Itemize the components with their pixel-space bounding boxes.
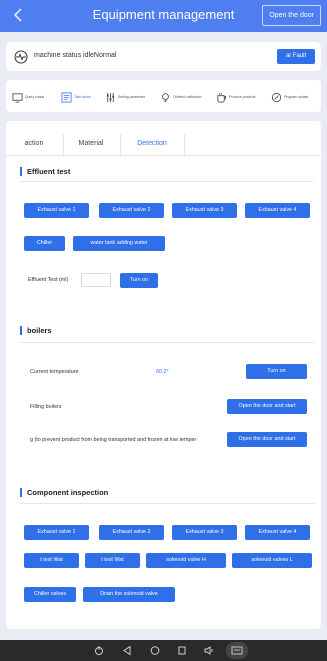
section-title-text: Component inspection xyxy=(27,487,109,497)
toolbar-label: Produce products xyxy=(229,95,256,99)
effluent-test-input[interactable] xyxy=(81,273,111,287)
exhaust-valve-2-button[interactable]: Exhaust valve 2 xyxy=(99,203,164,218)
chiller-button[interactable]: Chiller xyxy=(24,236,65,251)
section-divider xyxy=(20,342,315,343)
drain-solenoid-valve-button[interactable]: Drain the solenoid valve xyxy=(83,587,175,602)
section-title-text: Effluent test xyxy=(27,166,71,176)
toolbar-label: Take action xyxy=(74,95,92,99)
refresh-icon xyxy=(271,92,282,102)
recent-apps-icon[interactable] xyxy=(176,645,188,656)
tab-bar: action Material Detection xyxy=(6,134,321,156)
freeze-protection-button[interactable]: Open the door and start xyxy=(227,432,307,447)
section-divider xyxy=(20,181,315,182)
monitor-icon xyxy=(12,92,23,102)
power-icon[interactable] xyxy=(93,645,105,656)
section-title-boilers: boilers xyxy=(20,325,52,335)
toolbar-label: Program update xyxy=(284,95,309,99)
boiler-turn-on-button[interactable]: Turn on xyxy=(246,364,307,379)
exhaust-valve-3-button[interactable]: Exhaust valve 3 xyxy=(172,203,237,218)
toolbar-produce-products[interactable]: Produce products xyxy=(216,89,256,105)
solenoid-valve-h-button[interactable]: solenoid valve H xyxy=(146,553,226,568)
fault-button[interactable]: ar Fault xyxy=(277,49,315,64)
effluent-turn-on-button[interactable]: Turn on xyxy=(120,273,158,288)
toolbar-setting-parameter[interactable]: Setting parameter xyxy=(105,89,145,105)
chiller-valves-button[interactable]: Chiller valves xyxy=(24,587,76,602)
system-navigation-bar xyxy=(0,640,327,661)
toolbar-take-action[interactable]: Take action xyxy=(61,89,91,105)
machine-status-text: machine status idleNormal xyxy=(34,52,117,59)
heartbeat-icon xyxy=(14,50,28,64)
section-marker xyxy=(20,166,22,176)
current-temperature-value: 60.2° xyxy=(156,369,169,375)
water-test-button-2[interactable]: t test Wat xyxy=(85,553,140,568)
effluent-test-label: Effluent Test (ml) xyxy=(28,277,69,283)
machine-status-card: machine status idleNormal ar Fault xyxy=(6,42,321,71)
section-marker xyxy=(20,487,22,497)
freeze-protection-label: g (to prevent product from being transpo… xyxy=(30,437,197,443)
toolbar-label: Outfeed calibration xyxy=(173,95,202,99)
exhaust-valve-1-button[interactable]: Exhaust valve 1 xyxy=(24,203,89,218)
tab-material[interactable]: Material xyxy=(68,134,114,156)
toolbar-label: Query status xyxy=(25,95,45,99)
section-marker xyxy=(20,325,22,335)
section-title-text: boilers xyxy=(27,325,52,335)
list-icon xyxy=(61,92,72,102)
main-content-panel: action Material Detection Effluent test … xyxy=(6,121,321,629)
sliders-icon xyxy=(106,92,115,102)
toolbar-label: Setting parameter xyxy=(118,95,145,99)
keyboard-icon[interactable] xyxy=(226,642,248,659)
tab-divider xyxy=(184,134,185,156)
app-header: Equipment management Open the door xyxy=(0,0,327,32)
filling-boilers-button[interactable]: Open the door and start xyxy=(227,399,307,414)
component-exhaust-valve-3-button[interactable]: Exhaust valve 3 xyxy=(172,525,237,540)
home-circle-icon[interactable] xyxy=(149,645,161,656)
open-door-button[interactable]: Open the door xyxy=(262,5,321,26)
water-test-button-1[interactable]: t test Wat xyxy=(24,553,79,568)
section-title-effluent: Effluent test xyxy=(20,166,70,176)
back-triangle-icon[interactable] xyxy=(121,645,133,656)
section-divider xyxy=(20,503,315,504)
component-exhaust-valve-1-button[interactable]: Exhaust valve 1 xyxy=(24,525,89,540)
toolbar-program-update[interactable]: Program update xyxy=(271,89,308,105)
component-exhaust-valve-2-button[interactable]: Exhaust valve 2 xyxy=(99,525,164,540)
volume-icon[interactable] xyxy=(203,645,215,656)
water-tank-button[interactable]: water tank adding water xyxy=(73,236,165,251)
bulb-icon xyxy=(162,92,169,102)
toolbar-query-status[interactable]: Query status xyxy=(12,89,44,105)
tab-divider xyxy=(120,134,121,156)
tab-detection[interactable]: Detection xyxy=(124,134,180,156)
tab-divider xyxy=(63,134,64,156)
function-toolbar: Query status Take action Setting paramet… xyxy=(6,80,321,112)
exhaust-valve-4-button[interactable]: Exhaust valve 4 xyxy=(245,203,310,218)
section-title-component: Component inspection xyxy=(20,487,108,497)
solenoid-valves-l-button[interactable]: solenoid valves L xyxy=(232,553,312,568)
component-exhaust-valve-4-button[interactable]: Exhaust valve 4 xyxy=(245,525,310,540)
current-temperature-label: Current temperature xyxy=(30,369,79,375)
toolbar-outfeed-calibration[interactable]: Outfeed calibration xyxy=(160,89,201,105)
filling-boilers-label: Filling boilers xyxy=(30,404,62,410)
tab-action[interactable]: action xyxy=(14,134,54,156)
cup-icon xyxy=(217,92,227,102)
